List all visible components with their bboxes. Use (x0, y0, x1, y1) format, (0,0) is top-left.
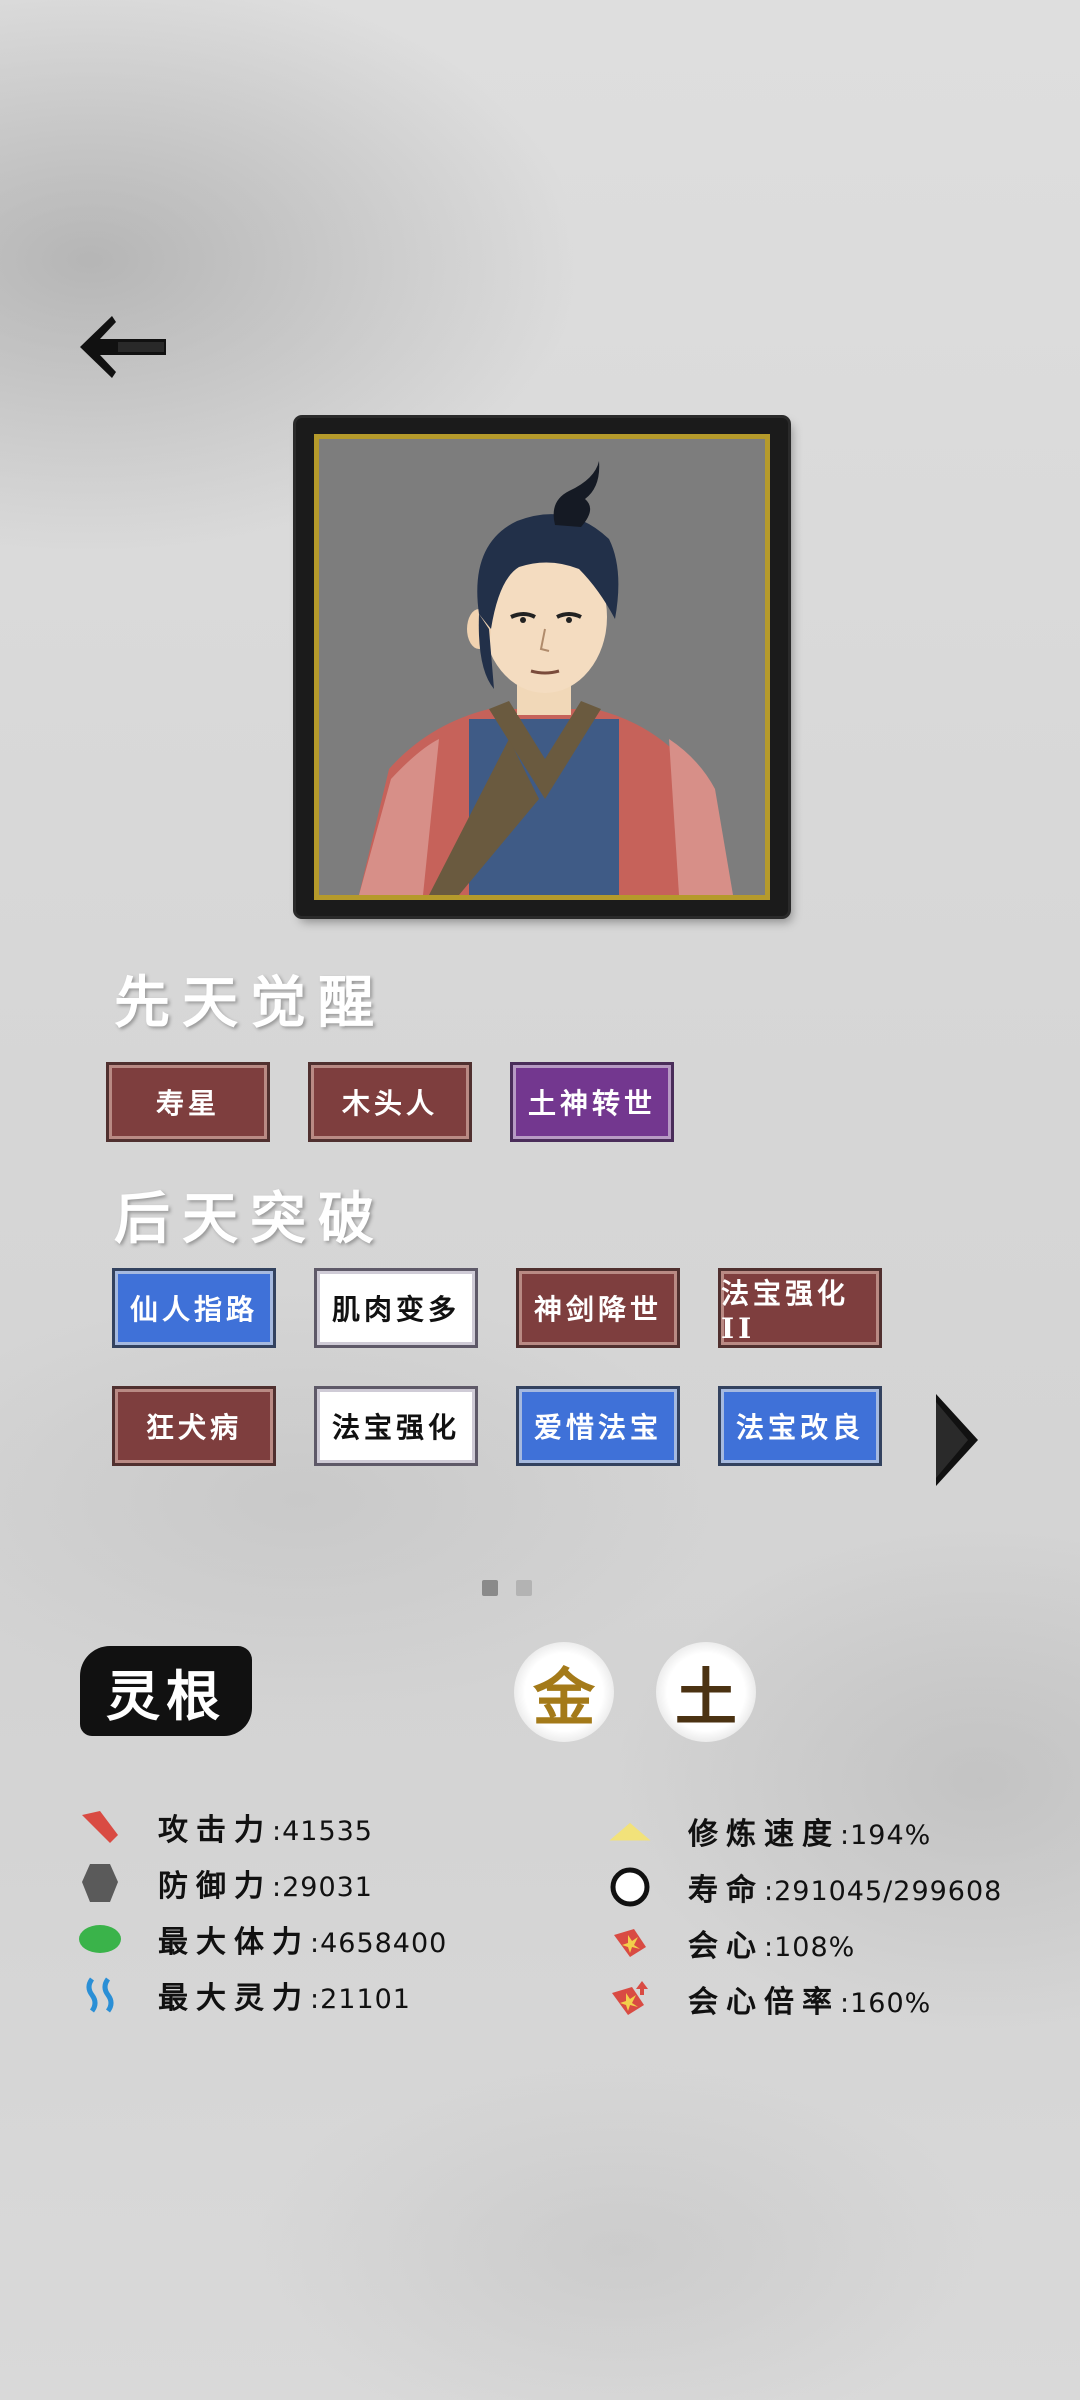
acquired-trait-5[interactable]: 狂犬病 (112, 1386, 276, 1466)
acquired-trait-8[interactable]: 法宝改良 (718, 1386, 882, 1466)
left-arrow-icon (80, 316, 166, 378)
critical-icon (608, 1921, 652, 1965)
stat-cultivation-speed: 修炼速度:194% (608, 1806, 931, 1856)
stat-defense: 防御力:29031 (78, 1858, 373, 1908)
attack-icon (78, 1805, 122, 1849)
character-portrait-frame (296, 418, 788, 916)
stat-lifespan: 寿命:291045/299608 (608, 1862, 1002, 1912)
stat-label: 寿命 (688, 1873, 764, 1908)
right-triangle-icon (936, 1394, 978, 1486)
character-portrait (314, 434, 770, 900)
innate-trait-1[interactable]: 寿星 (106, 1062, 270, 1142)
stat-label: 攻击力 (158, 1813, 272, 1848)
critical-multiplier-icon (608, 1977, 652, 2021)
acquired-trait-2[interactable]: 肌肉变多 (314, 1268, 478, 1348)
stat-critical-multiplier: 会心倍率:160% (608, 1974, 931, 2024)
stat-label: 会心倍率 (688, 1985, 840, 2020)
stat-label: 最大体力 (158, 1925, 310, 1960)
cultivation-speed-icon (608, 1809, 652, 1853)
stat-max-health: 最大体力:4658400 (78, 1914, 447, 1964)
spirit-icon (78, 1973, 122, 2017)
stat-value: :41535 (272, 1816, 373, 1847)
stat-value: :4658400 (310, 1928, 448, 1959)
stat-label: 最大灵力 (158, 1981, 310, 2016)
stat-value: :291045/299608 (764, 1876, 1003, 1907)
stat-label: 防御力 (158, 1869, 272, 1904)
acquired-trait-1[interactable]: 仙人指路 (112, 1268, 276, 1348)
element-metal-badge: 金 (514, 1642, 614, 1742)
innate-section-title: 先天觉醒 (114, 970, 386, 1036)
acquired-trait-7[interactable]: 爱惜法宝 (516, 1386, 680, 1466)
acquired-trait-4[interactable]: 法宝强化 II (718, 1268, 882, 1348)
lifespan-icon (608, 1865, 652, 1909)
next-page-button[interactable] (932, 1392, 980, 1488)
page-indicator-1[interactable] (482, 1580, 498, 1596)
defense-icon (78, 1861, 122, 1905)
innate-trait-2[interactable]: 木头人 (308, 1062, 472, 1142)
stat-value: :29031 (272, 1872, 373, 1903)
acquired-trait-6[interactable]: 法宝强化 (314, 1386, 478, 1466)
health-icon (78, 1917, 122, 1961)
page-indicator-2[interactable] (516, 1580, 532, 1596)
stat-critical: 会心:108% (608, 1918, 855, 1968)
innate-trait-3[interactable]: 土神转世 (510, 1062, 674, 1142)
back-button[interactable] (78, 312, 170, 382)
acquired-section-title: 后天突破 (114, 1186, 386, 1252)
stat-value: :108% (764, 1932, 856, 1963)
stat-value: :160% (840, 1988, 932, 2019)
spirit-root-label: 灵根 (80, 1646, 252, 1736)
stat-label: 会心 (688, 1929, 764, 1964)
acquired-trait-3[interactable]: 神剑降世 (516, 1268, 680, 1348)
element-earth-badge: 土 (656, 1642, 756, 1742)
stat-label: 修炼速度 (688, 1817, 840, 1852)
stat-max-spirit: 最大灵力:21101 (78, 1970, 411, 2020)
stat-attack: 攻击力:41535 (78, 1802, 373, 1852)
stat-value: :194% (840, 1820, 932, 1851)
stat-value: :21101 (310, 1984, 411, 2015)
